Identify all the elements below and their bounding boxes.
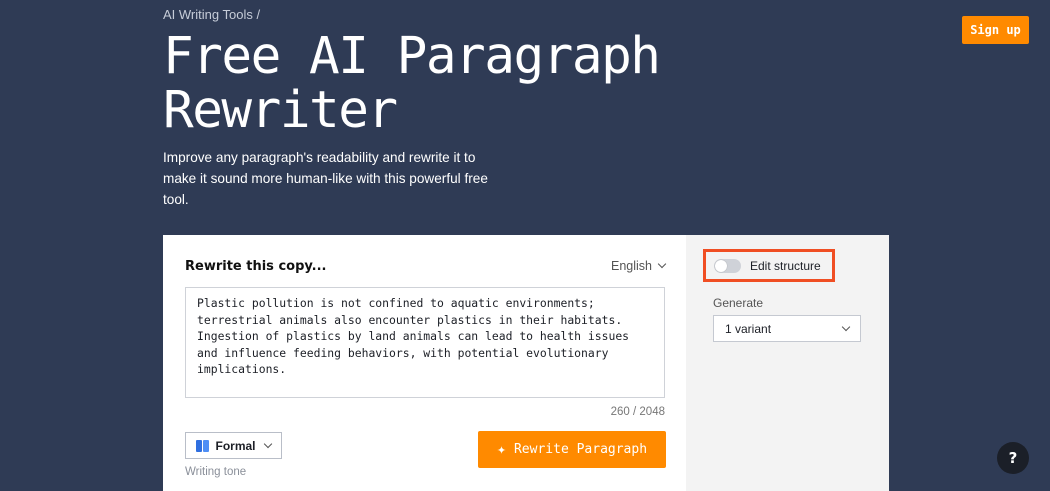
edit-structure-toggle[interactable] [714,258,741,273]
breadcrumb[interactable]: AI Writing Tools / [163,7,260,22]
rewrite-paragraph-button[interactable]: ✦ Rewrite Paragraph [478,431,666,468]
sign-up-button[interactable]: Sign up [962,16,1029,44]
help-button[interactable]: ? [997,442,1029,474]
editor-panel: Rewrite this copy... English Plastic pol… [163,235,686,491]
paragraph-input[interactable]: Plastic pollution is not confined to aqu… [185,287,665,398]
edit-structure-label: Edit structure [750,258,821,273]
input-label: Rewrite this copy... [185,259,327,274]
tone-dropdown[interactable]: Formal [185,432,282,459]
tone-value: Formal [215,438,256,453]
rewriter-card: Rewrite this copy... English Plastic pol… [163,235,889,491]
toggle-knob [715,259,727,272]
page-title: Free AI Paragraph Rewriter [163,27,661,140]
variant-dropdown[interactable]: 1 variant [713,315,861,342]
book-icon [196,439,210,452]
edit-structure-highlight: Edit structure [703,249,835,282]
rewrite-button-label: Rewrite Paragraph [513,442,648,457]
options-panel: Edit structure Generate 1 variant [686,235,889,491]
language-value: English [611,259,652,273]
language-select[interactable]: English [611,259,667,273]
chevron-down-icon [657,259,667,269]
question-icon: ? [1008,449,1018,467]
variant-value: 1 variant [725,321,772,336]
tone-label: Writing tone [185,466,247,478]
character-counter: 260 / 2048 [610,406,665,418]
sparkle-icon: ✦ [496,440,506,458]
generate-label: Generate [713,296,764,310]
chevron-down-icon [263,439,272,448]
chevron-down-icon [841,322,851,331]
page-subtitle: Improve any paragraph's readability and … [163,150,488,207]
